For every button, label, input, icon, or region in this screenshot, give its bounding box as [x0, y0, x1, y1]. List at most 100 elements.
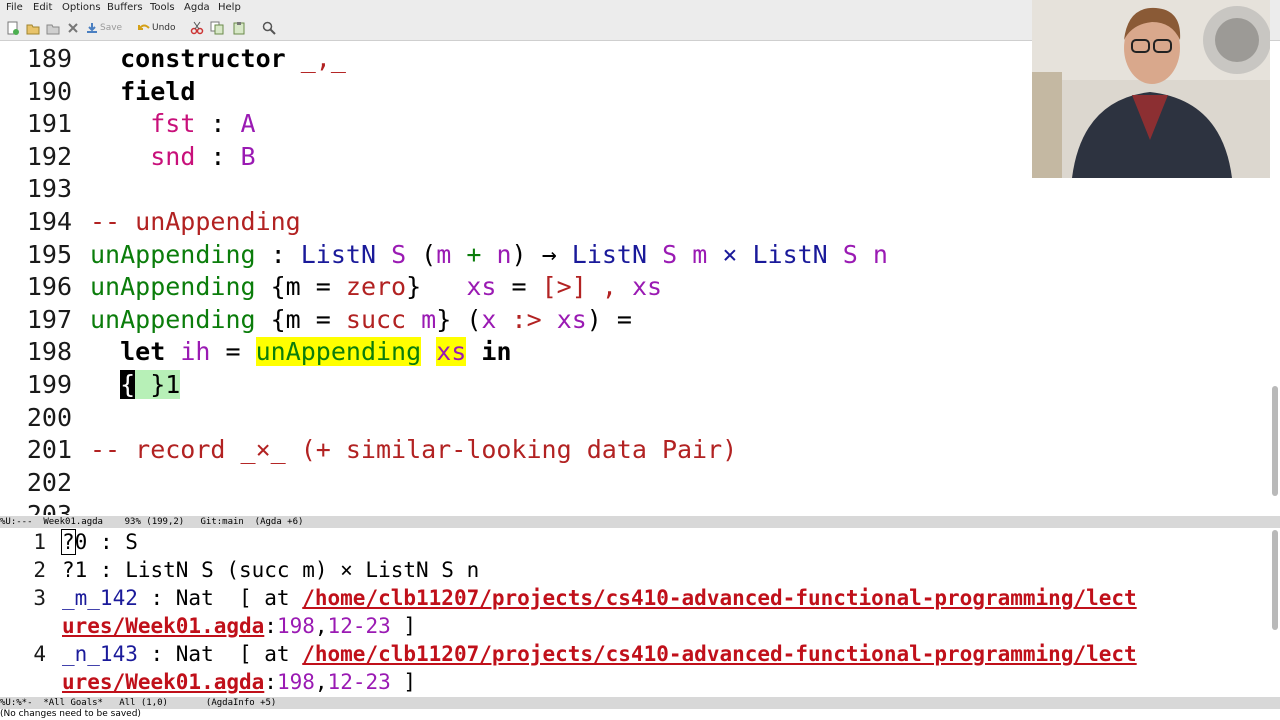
token: 12-23: [327, 614, 391, 638]
token: } (: [436, 304, 482, 334]
line-number: 200: [26, 402, 72, 432]
search-icon: [262, 21, 276, 35]
undo-icon: [138, 24, 150, 30]
token: }: [406, 272, 467, 302]
folder-open-icon: [46, 24, 60, 35]
goals-mode-line: %U:%*- *All Goals* All (1,0) (AgdaInfo +…: [0, 697, 1280, 709]
editor-mode-line: %U:--- Week01.agda 93% (199,2) Git:main …: [0, 516, 1280, 528]
paste-button[interactable]: [232, 20, 246, 36]
token: xs: [556, 304, 587, 334]
agda-goals-window[interactable]: 1 ?0 : S 2 ?1 : ListN S (succ m) × ListN S …: [0, 528, 1280, 696]
token: _,_: [300, 44, 346, 73]
token: 198: [276, 670, 315, 694]
line-number: 198: [26, 337, 72, 367]
line-number: 191: [26, 109, 72, 139]
save-label: Save: [100, 23, 123, 33]
token: {m =: [255, 304, 346, 334]
token: S: [662, 239, 678, 269]
line-number: 202: [26, 467, 72, 497]
paste-icon: [233, 22, 245, 35]
token: succ: [345, 304, 407, 334]
token: ures/Week01.agda: [62, 614, 265, 638]
code-text: -- record _×_ (+ similar-looking data Pa…: [90, 433, 737, 466]
line-number: 203: [26, 500, 72, 515]
token: unAppending: [90, 304, 256, 334]
presenter-video: [1032, 0, 1270, 178]
save-button[interactable]: Save: [86, 20, 122, 36]
goal-text: _m_142 : Nat [ at /home/clb11207/project…: [62, 584, 1137, 612]
token: ]: [390, 614, 417, 638]
token: A: [240, 109, 256, 139]
menu-edit[interactable]: Edit: [33, 2, 52, 13]
code-text: unAppending {m = succ m} (x :> xs) =: [90, 303, 632, 336]
token: xs: [466, 272, 497, 302]
code-text: -- unAppending: [90, 205, 301, 238]
folder-icon: [26, 24, 40, 35]
token: 198: [276, 614, 315, 638]
cut-button[interactable]: [190, 20, 204, 36]
menu-help[interactable]: Help: [218, 2, 241, 13]
close-button[interactable]: [66, 20, 80, 36]
goal-text: ures/Week01.agda:198,12-23 ]: [62, 612, 416, 640]
token: =: [210, 337, 256, 367]
menu-file[interactable]: File: [6, 2, 23, 13]
line-number: 195: [26, 239, 72, 269]
new-file-button[interactable]: [6, 20, 20, 36]
line-number: 189: [26, 44, 72, 73]
token: }1: [135, 370, 181, 399]
menu-agda[interactable]: Agda: [184, 2, 210, 13]
code-text: constructor _,_: [90, 42, 346, 75]
token: n: [872, 239, 888, 269]
token: ) →: [511, 239, 572, 269]
token: snd: [150, 141, 196, 171]
menu-tools[interactable]: Tools: [150, 2, 175, 13]
token: unAppending: [90, 272, 256, 302]
code-text: snd : B: [90, 140, 255, 173]
editor-scrollbar[interactable]: [1272, 386, 1278, 496]
line-number: 194: [26, 207, 72, 236]
search-button[interactable]: [262, 20, 276, 36]
menu-options[interactable]: Options: [62, 2, 101, 13]
token: ) =: [586, 304, 632, 334]
goal-text: ?0 : S: [61, 528, 138, 556]
save-icon: [87, 23, 97, 33]
token: ,: [314, 670, 328, 694]
token: {: [120, 370, 136, 399]
token: ?1 : ListN S (succ m) × ListN S n: [62, 558, 480, 582]
token: /home/clb11207/projects/cs410-advanced-f…: [302, 586, 1137, 610]
line-number: 4: [33, 642, 46, 666]
token: n: [496, 239, 512, 269]
line-number: 197: [26, 304, 72, 334]
token: ×: [722, 239, 738, 269]
menu-buffers[interactable]: Buffers: [107, 2, 143, 13]
token: m: [436, 239, 452, 269]
goal-text: ures/Week01.agda:198,12-23 ]: [62, 668, 416, 696]
token: unAppending: [255, 337, 422, 367]
goal-text: _n_143 : Nat [ at /home/clb11207/project…: [62, 640, 1137, 668]
open-dir-button[interactable]: [46, 20, 60, 36]
token: ListN: [571, 239, 648, 269]
token: : Nat [ at: [137, 586, 303, 610]
copy-button[interactable]: [210, 20, 224, 36]
token: (: [406, 239, 437, 269]
token: {m =: [255, 272, 346, 302]
token: :: [195, 141, 241, 171]
token: ListN: [752, 239, 828, 269]
webcam-overlay: [1032, 0, 1270, 178]
undo-button[interactable]: Undo: [138, 20, 176, 36]
undo-label: Undo: [152, 23, 176, 33]
goals-scrollbar[interactable]: [1272, 530, 1278, 630]
token: constructor: [120, 44, 286, 73]
token: field: [120, 76, 196, 106]
open-file-button[interactable]: [26, 20, 40, 36]
